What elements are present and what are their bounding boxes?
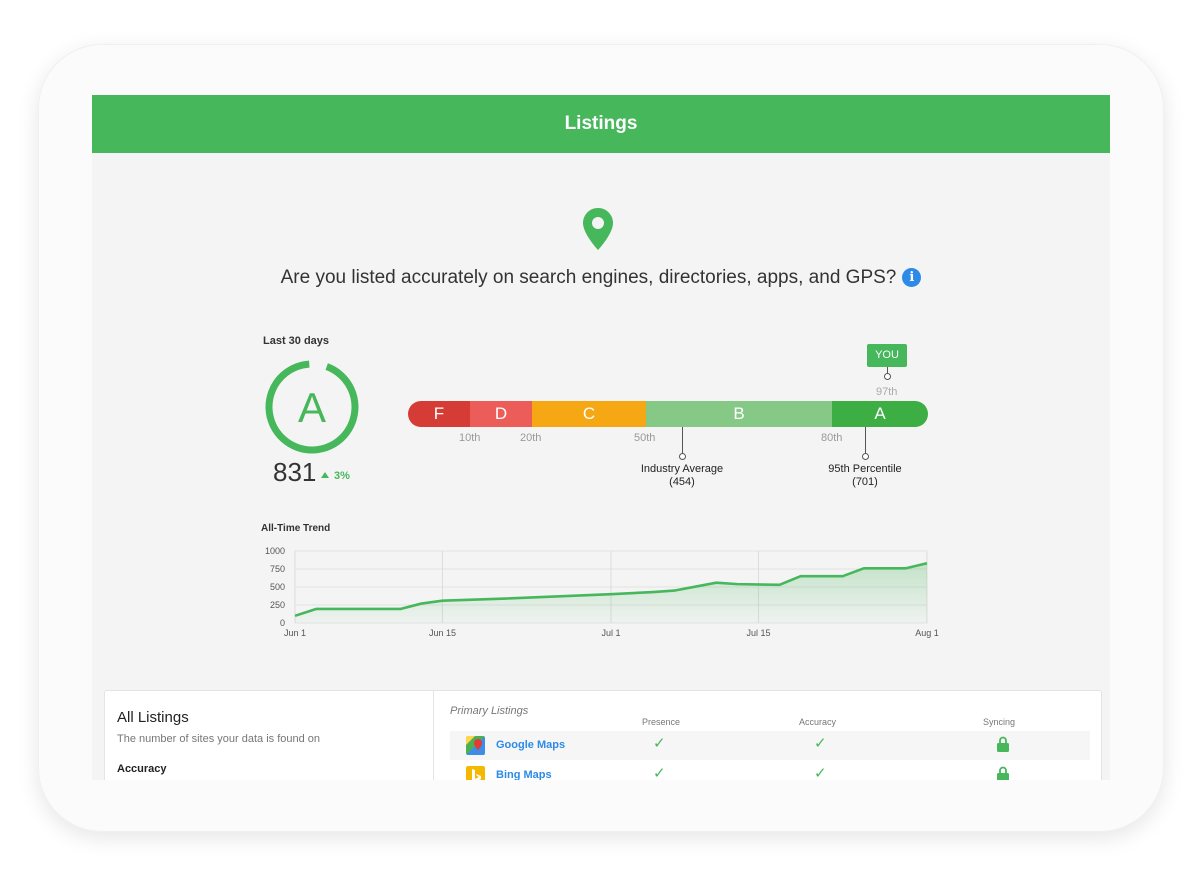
score-change: 3% [321,470,350,482]
grade-segment-c: C [532,401,646,427]
you-dot [884,373,891,380]
info-icon[interactable]: i [902,268,922,287]
you-percentile: 97th [876,386,898,398]
trend-title: All-Time Trend [261,523,331,534]
industry-average-value: (454) [669,476,695,488]
all-listings-subtitle: The number of sites your data is found o… [117,733,321,745]
bing-maps-icon [466,766,485,780]
bing-maps-link[interactable]: Bing Maps [496,769,552,780]
percentile-95-title: 95th Percentile [828,463,902,475]
listing-row[interactable]: Google Maps ✓ ✓ [450,731,1090,760]
percentile-95-label: 95th Percentile (701) [805,463,925,489]
presence-check-icon: ✓ [653,765,666,780]
y-tick-label: 0 [280,618,285,628]
grade-segment-f: F [408,401,470,427]
y-tick-label: 500 [270,582,285,592]
accuracy-label: Accuracy [117,763,167,775]
google-maps-link[interactable]: Google Maps [496,739,565,751]
you-badge: YOU [867,344,907,367]
grade-letter: A [298,384,326,431]
accuracy-check-icon: ✓ [814,765,827,780]
percentile-95-line [865,427,866,455]
trend-chart: 0 250 500 750 1000 Jun 1 Jun 15 Jul 1 Jul 15 Aug … [265,546,939,638]
tick-50th: 50th [634,432,656,444]
presence-check-icon: ✓ [653,735,666,752]
y-tick-label: 1000 [265,546,285,556]
x-tick-label: Jul 1 [601,628,620,638]
tick-20th: 20th [520,432,542,444]
grade-segment-d: D [470,401,532,427]
industry-average-label: Industry Average (454) [622,463,742,489]
x-tick-label: Jun 15 [429,628,456,638]
tick-10th: 10th [459,432,481,444]
google-maps-icon [466,736,485,755]
listing-row[interactable]: Bing Maps ✓ ✓ [450,761,1090,780]
column-accuracy: Accuracy [799,717,837,727]
all-listings-title: All Listings [117,709,189,726]
tick-80th: 80th [821,432,843,444]
y-tick-label: 250 [270,600,285,610]
question-text: Are you listed accurately on search engi… [280,267,897,288]
lock-icon [997,736,1009,752]
listings-screen: Listings Are you listed accurately on se… [92,95,1110,780]
score-value: 831 [273,457,317,487]
page-title: Listings [92,95,1110,153]
grade-segment-a: A [832,401,928,427]
percentile-95-value: (701) [852,476,878,488]
grade-scale-bar: F D C B A [408,401,928,427]
column-syncing: Syncing [983,717,1016,727]
listings-panel: All Listings The number of sites your da… [104,690,1102,780]
industry-average-dot [679,453,686,460]
x-tick-label: Aug 1 [915,628,939,638]
lock-icon [997,766,1009,780]
column-presence: Presence [642,717,681,727]
all-listings-card: All Listings The number of sites your da… [105,691,434,780]
period-label: Last 30 days [263,335,330,347]
location-pin-icon [583,208,613,250]
y-tick-label: 750 [270,564,285,574]
score-change-text: 3% [334,470,350,482]
listing-question: Are you listed accurately on search engi… [92,267,1110,289]
industry-average-line [682,427,683,455]
x-tick-label: Jun 1 [284,628,306,638]
percentile-95-dot [862,453,869,460]
x-tick-label: Jul 15 [746,628,770,638]
up-arrow-icon [321,472,329,478]
accuracy-check-icon: ✓ [814,735,827,752]
industry-average-title: Industry Average [640,463,724,475]
primary-listings-title: Primary Listings [450,705,529,717]
grade-ring: A [265,360,359,454]
grade-segment-b: B [646,401,832,427]
